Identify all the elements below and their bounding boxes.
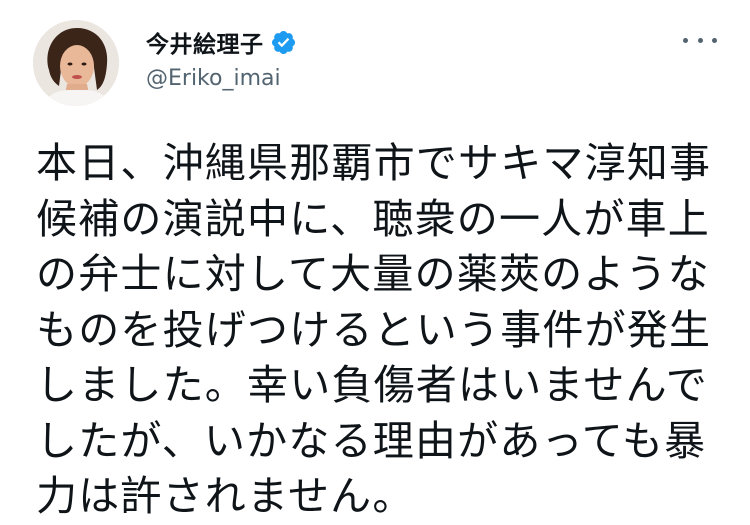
profile-photo (33, 20, 119, 106)
display-name[interactable]: 今井絵理子 (146, 25, 264, 59)
tweet-text-line: 力は許されません。 (36, 472, 415, 520)
tweet-text-line: の弁士に対して大量の薬莢のような (36, 250, 710, 298)
author-info: 今井絵理子 @Eriko_imai (146, 26, 297, 91)
tweet-text-line: したが、いかなる理由があっても暴 (36, 416, 707, 465)
tweet-text-line: ものを投げつけるという事件が発生 (36, 305, 712, 354)
tweet-text-line: 候補の演説中に、聴衆の一人が車上 (36, 194, 710, 243)
verified-badge-icon (270, 29, 297, 56)
more-options-button[interactable] (683, 30, 717, 50)
tweet-text-line: しました。幸い負傷者はいませんで (36, 361, 708, 409)
tweet-text: 本日、沖縄県那覇市でサキマ淳知事 候補の演説中に、聴衆の一人が車上 の弁士に対し… (36, 136, 726, 525)
tweet-text-line: 本日、沖縄県那覇市でサキマ淳知事 (36, 139, 712, 187)
name-row: 今井絵理子 (146, 26, 297, 58)
more-horizontal-icon (683, 37, 688, 43)
more-horizontal-icon (697, 37, 703, 43)
avatar[interactable] (33, 20, 119, 106)
tweet-card: 今井絵理子 @Eriko_imai 本日、沖縄県那覇市でサキマ淳知事 候補の演説… (0, 0, 750, 521)
more-horizontal-icon (712, 37, 717, 43)
user-handle[interactable]: @Eriko_imai (146, 66, 297, 91)
